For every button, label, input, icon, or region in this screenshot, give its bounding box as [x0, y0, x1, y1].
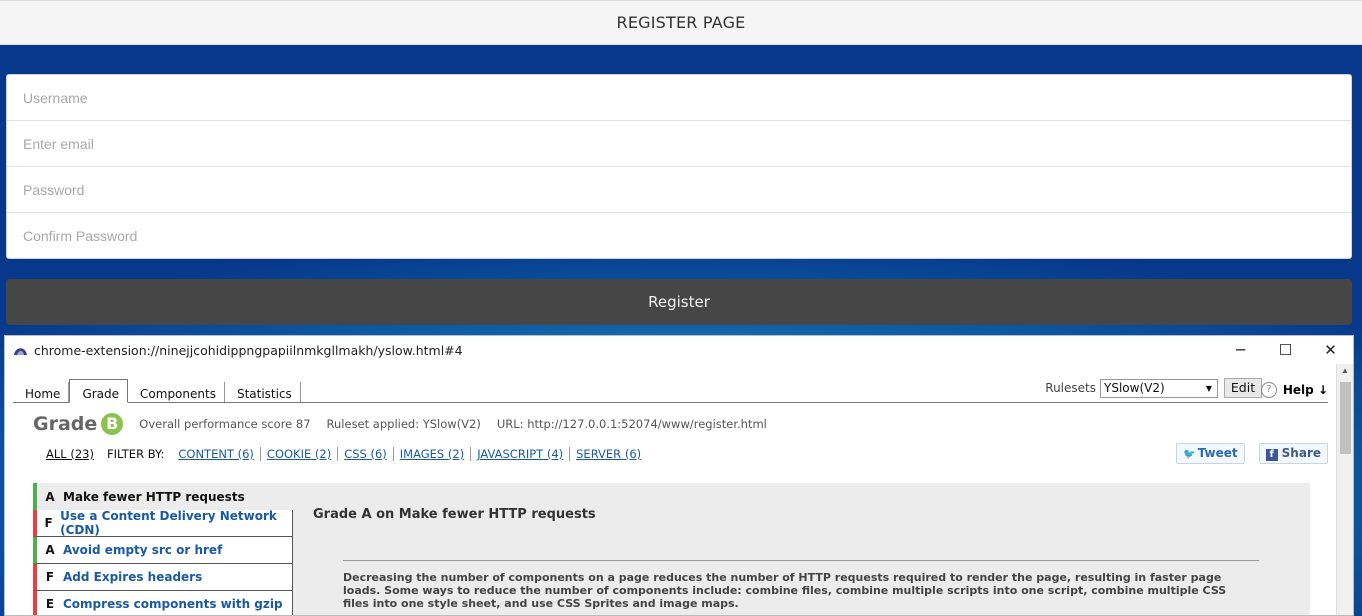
scroll-up-icon[interactable]: ▲: [1341, 366, 1349, 375]
filter-bar: ALL (23) FILTER BY: CONTENT (6) COOKIE (…: [13, 443, 1328, 464]
divider: [343, 560, 1259, 561]
confirm-password-input[interactable]: [7, 213, 1351, 259]
share-button[interactable]: Share: [1258, 443, 1328, 464]
tab-home[interactable]: Home: [13, 382, 70, 402]
scrollbar[interactable]: ▲: [1336, 364, 1353, 615]
rule-grade: E: [45, 597, 55, 611]
tab-bar: Home Grade Components Statistics Ruleset…: [13, 376, 1328, 403]
window-titlebar: chrome-extension://ninejjcohidippngpapii…: [5, 336, 1353, 364]
page-header: REGISTER PAGE: [0, 0, 1362, 45]
tweet-button[interactable]: Tweet: [1176, 443, 1245, 464]
page-url: URL: http://127.0.0.1:52074/www/register…: [496, 417, 767, 431]
help-menu[interactable]: ? Help ↓: [1253, 382, 1328, 398]
maximize-icon[interactable]: ☐: [1263, 341, 1308, 359]
password-input[interactable]: [7, 167, 1351, 213]
filter-cookie[interactable]: COOKIE (2): [267, 447, 339, 461]
filter-by-label: FILTER BY:: [106, 447, 165, 461]
register-button[interactable]: Register: [6, 279, 1352, 325]
rule-grade: A: [45, 543, 55, 557]
filter-all[interactable]: ALL (23): [46, 447, 94, 461]
overall-score: Overall performance score 87: [139, 417, 311, 431]
tab-components[interactable]: Components: [128, 382, 225, 402]
ruleset-applied: Ruleset applied: YSlow(V2): [326, 417, 481, 431]
window-title: chrome-extension://ninejjcohidippngpapii…: [34, 342, 463, 358]
filter-images[interactable]: IMAGES (2): [400, 447, 472, 461]
help-label[interactable]: Help ↓: [1283, 383, 1328, 397]
filter-javascript[interactable]: JAVASCRIPT (4): [477, 447, 571, 461]
grade-title: Grade: [33, 413, 98, 435]
rule-title[interactable]: Add Expires headers: [63, 570, 202, 584]
rule-grade: F: [44, 516, 53, 530]
scrollbar-thumb[interactable]: [1340, 382, 1351, 454]
rule-item[interactable]: E Compress components with gzip: [33, 591, 293, 615]
rulesets-label: Rulesets: [1045, 381, 1096, 395]
rule-title[interactable]: Compress components with gzip: [63, 597, 283, 611]
rule-item[interactable]: A Make fewer HTTP requests: [33, 483, 293, 510]
detail-title: Grade A on Make fewer HTTP requests: [313, 507, 596, 522]
rulesets-control: Rulesets YSlow(V2) Edit: [1045, 378, 1262, 398]
detail-text: Decreasing the number of components on a…: [343, 571, 1227, 610]
rule-item[interactable]: A Avoid empty src or href: [33, 537, 293, 564]
rule-title[interactable]: Avoid empty src or href: [63, 543, 222, 557]
filter-content[interactable]: CONTENT (6): [178, 447, 261, 461]
rule-item[interactable]: F Add Expires headers: [33, 564, 293, 591]
grade-badge: B: [101, 413, 124, 435]
help-icon[interactable]: ?: [1260, 382, 1277, 398]
rule-title[interactable]: Make fewer HTTP requests: [63, 490, 245, 504]
results-area: A Make fewer HTTP requests F Use a Conte…: [33, 483, 1310, 615]
grade-summary: Grade B Overall performance score 87 Rul…: [13, 413, 1328, 435]
rule-title[interactable]: Use a Content Delivery Network (CDN): [60, 509, 292, 537]
username-input[interactable]: [7, 75, 1351, 121]
filter-server[interactable]: SERVER (6): [576, 447, 647, 461]
tab-statistics[interactable]: Statistics: [225, 382, 301, 402]
rule-detail: Grade A on Make fewer HTTP requests Decr…: [313, 507, 1273, 610]
ruleset-select[interactable]: YSlow(V2): [1100, 378, 1218, 398]
filter-css[interactable]: CSS (6): [344, 447, 394, 461]
yslow-logo-icon: [14, 348, 27, 355]
rule-grade: A: [45, 489, 55, 504]
yslow-panel: Home Grade Components Statistics Ruleset…: [13, 376, 1328, 464]
register-form: [6, 74, 1352, 259]
rule-grade: F: [45, 570, 55, 584]
page-title: REGISTER PAGE: [616, 13, 746, 32]
close-icon[interactable]: ✕: [1308, 341, 1353, 359]
tab-grade[interactable]: Grade: [69, 379, 129, 403]
email-input[interactable]: [7, 121, 1351, 167]
rule-item[interactable]: F Use a Content Delivery Network (CDN): [33, 509, 293, 537]
minimize-icon[interactable]: ─: [1218, 341, 1263, 359]
yslow-extension-window: chrome-extension://ninejjcohidippngpapii…: [4, 335, 1354, 616]
rules-list: A Make fewer HTTP requests F Use a Conte…: [33, 483, 293, 615]
